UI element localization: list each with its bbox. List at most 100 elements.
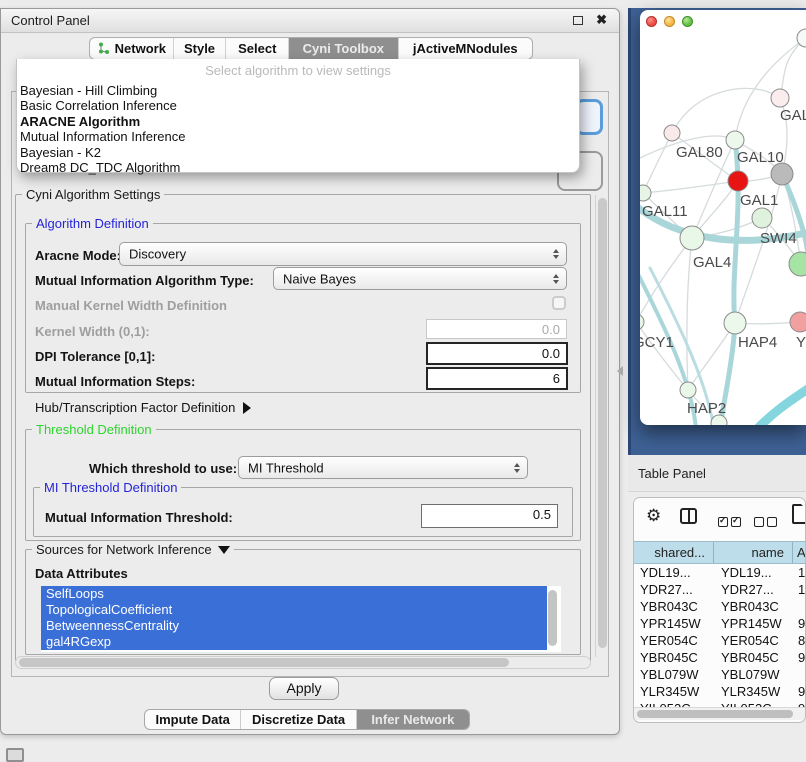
which-threshold-label: Which threshold to use: (89, 461, 237, 476)
tab-impute-data[interactable]: Impute Data (145, 710, 241, 729)
titlebar: Control Panel ✖ (1, 9, 619, 33)
sources-collapse-toggle[interactable]: Sources for Network Inference (32, 542, 234, 557)
dropdown-item[interactable]: Basic Correlation Inference (17, 98, 579, 113)
dropdown-item[interactable]: Dream8 DC_TDC Algorithm (17, 160, 579, 175)
table-row[interactable]: YBR045C YBR045C 9. (634, 649, 806, 666)
group-title: Threshold Definition (32, 422, 156, 437)
dpi-tolerance-input[interactable]: 0.0 (426, 342, 568, 365)
mi-algorithm-type-select[interactable]: Naive Bayes (273, 267, 567, 290)
column-header-partial[interactable]: A (793, 542, 806, 563)
table-row[interactable]: YDR27... YDR27... 12 (634, 581, 806, 598)
network-icon (97, 42, 110, 55)
table-toolbar: ⚙ (634, 498, 805, 541)
list-item[interactable]: TopologicalCoefficient (41, 602, 547, 618)
table-body: YDL19... YDL19... 13 YDR27... YDR27... 1… (634, 564, 806, 717)
network-window: GAL80GALGAL10GAL1SWI4GAL11GAL4GCY1HAP4YH… (640, 10, 806, 425)
aracne-mode-select[interactable]: Discovery (119, 242, 567, 266)
manual-kernel-label: Manual Kernel Width Definition (35, 298, 227, 313)
data-attributes-list: SelfLoopsTopologicalCoefficientBetweenne… (41, 586, 561, 652)
svg-text:GAL11: GAL11 (642, 203, 688, 220)
column-header-shared-name[interactable]: shared... (634, 542, 714, 563)
svg-text:GAL80: GAL80 (676, 144, 723, 161)
svg-text:GAL4: GAL4 (693, 254, 731, 271)
tab-discretize-data[interactable]: Discretize Data (241, 710, 356, 729)
table-panel-header: Table Panel (628, 455, 806, 492)
dropdown-prompt: Select algorithm to view settings (17, 59, 579, 83)
kernel-width-label: Kernel Width (0,1): (35, 324, 150, 339)
stepper-arrows-icon (553, 274, 559, 284)
mac-close-button[interactable] (646, 16, 657, 27)
tab-style[interactable]: Style (174, 38, 227, 59)
minimized-panel-icon[interactable] (6, 748, 24, 762)
svg-text:GAL1: GAL1 (740, 192, 778, 209)
tab-jactivemnodules[interactable]: jActiveMNodules (399, 38, 532, 59)
svg-text:HAP2: HAP2 (687, 400, 726, 417)
mac-zoom-button[interactable] (682, 16, 693, 27)
dropdown-item[interactable]: Mutual Information Inference (17, 129, 579, 144)
table-row[interactable]: YBR043C YBR043C (634, 598, 806, 615)
document-icon[interactable] (792, 504, 806, 524)
chevron-right-icon (243, 402, 251, 414)
tab-network[interactable]: Network (90, 38, 174, 59)
settings-vertical-scrollbar[interactable] (595, 195, 608, 657)
float-window-icon[interactable] (573, 16, 583, 25)
aracne-mode-label: Aracne Mode: (35, 248, 121, 263)
select-all-icon[interactable] (718, 513, 744, 531)
tab-infer-network[interactable]: Infer Network (357, 710, 469, 729)
manual-kernel-checkbox[interactable] (552, 296, 566, 310)
deselect-all-icon[interactable] (754, 513, 780, 531)
list-scrollbar[interactable] (547, 588, 559, 650)
dropdown-items: Bayesian - Hill ClimbingBasic Correlatio… (17, 83, 579, 175)
table-row[interactable]: YDL19... YDL19... 13 (634, 564, 806, 581)
mi-threshold-input[interactable]: 0.5 (421, 504, 558, 528)
dpi-tolerance-label: DPI Tolerance [0,1]: (35, 349, 155, 364)
mac-minimize-button[interactable] (664, 16, 675, 27)
apply-button[interactable]: Apply (269, 677, 339, 700)
list-item[interactable]: gal4RGexp (41, 634, 547, 650)
close-icon[interactable]: ✖ (596, 12, 607, 28)
data-attributes-label: Data Attributes (35, 566, 128, 581)
group-title: Cyni Algorithm Settings (22, 187, 164, 202)
dropdown-item[interactable]: Bayesian - K2 (17, 145, 579, 160)
kernel-width-input[interactable]: 0.0 (426, 319, 567, 339)
splitter-arrow-icon[interactable] (617, 366, 623, 376)
mi-steps-input[interactable]: 6 (426, 367, 568, 390)
mi-threshold-label: Mutual Information Threshold: (45, 510, 233, 525)
list-item[interactable]: SelfLoops (41, 586, 547, 602)
svg-text:HAP4: HAP4 (738, 334, 777, 351)
top-tabbar: Network Style Select Cyni Toolbox jActiv… (89, 37, 533, 60)
list-item[interactable]: BetweennessCentrality (41, 618, 547, 634)
chevron-down-icon (218, 546, 230, 554)
settings-horizontal-scrollbar[interactable] (15, 656, 591, 669)
network-svg[interactable]: GAL80GALGAL10GAL1SWI4GAL11GAL4GCY1HAP4YH… (640, 10, 806, 425)
group-title: MI Threshold Definition (40, 480, 181, 495)
algorithm-dropdown: Select algorithm to view settings Bayesi… (16, 59, 580, 173)
svg-text:GAL10: GAL10 (737, 149, 784, 166)
stepper-arrows-icon (514, 463, 520, 473)
table-header-row: shared... name A (634, 541, 806, 564)
table-horizontal-scrollbar[interactable] (634, 707, 806, 720)
table-panel-title: Table Panel (638, 466, 706, 481)
mi-steps-label: Mutual Information Steps: (35, 374, 195, 389)
table-row[interactable]: YER054C YER054C 8. (634, 632, 806, 649)
which-threshold-select[interactable]: MI Threshold (238, 456, 528, 479)
stepper-arrows-icon (553, 249, 559, 259)
svg-text:SWI4: SWI4 (760, 230, 797, 247)
gear-icon[interactable]: ⚙ (646, 506, 661, 526)
table-window: ⚙ shared... name A YDL19... YDL19... 13 … (633, 497, 806, 723)
svg-text:GCY1: GCY1 (640, 334, 674, 351)
mi-algorithm-type-label: Mutual Information Algorithm Type: (35, 273, 254, 288)
window-title: Control Panel (11, 13, 90, 28)
dropdown-item[interactable]: Bayesian - Hill Climbing (17, 83, 579, 98)
dropdown-item[interactable]: ARACNE Algorithm (17, 114, 579, 129)
table-row[interactable]: YLR345W YLR345W 9. (634, 683, 806, 700)
bottom-tabbar: Impute Data Discretize Data Infer Networ… (144, 709, 470, 730)
svg-text:Y: Y (796, 334, 806, 351)
column-header-name[interactable]: name (714, 542, 793, 563)
columns-icon[interactable] (680, 508, 697, 524)
table-row[interactable]: YBL079W YBL079W (634, 666, 806, 683)
tab-select[interactable]: Select (226, 38, 289, 59)
table-row[interactable]: YPR145W YPR145W 9. (634, 615, 806, 632)
tab-cyni-toolbox[interactable]: Cyni Toolbox (289, 38, 399, 59)
hub-definition-expander[interactable]: Hub/Transcription Factor Definition (35, 400, 251, 415)
